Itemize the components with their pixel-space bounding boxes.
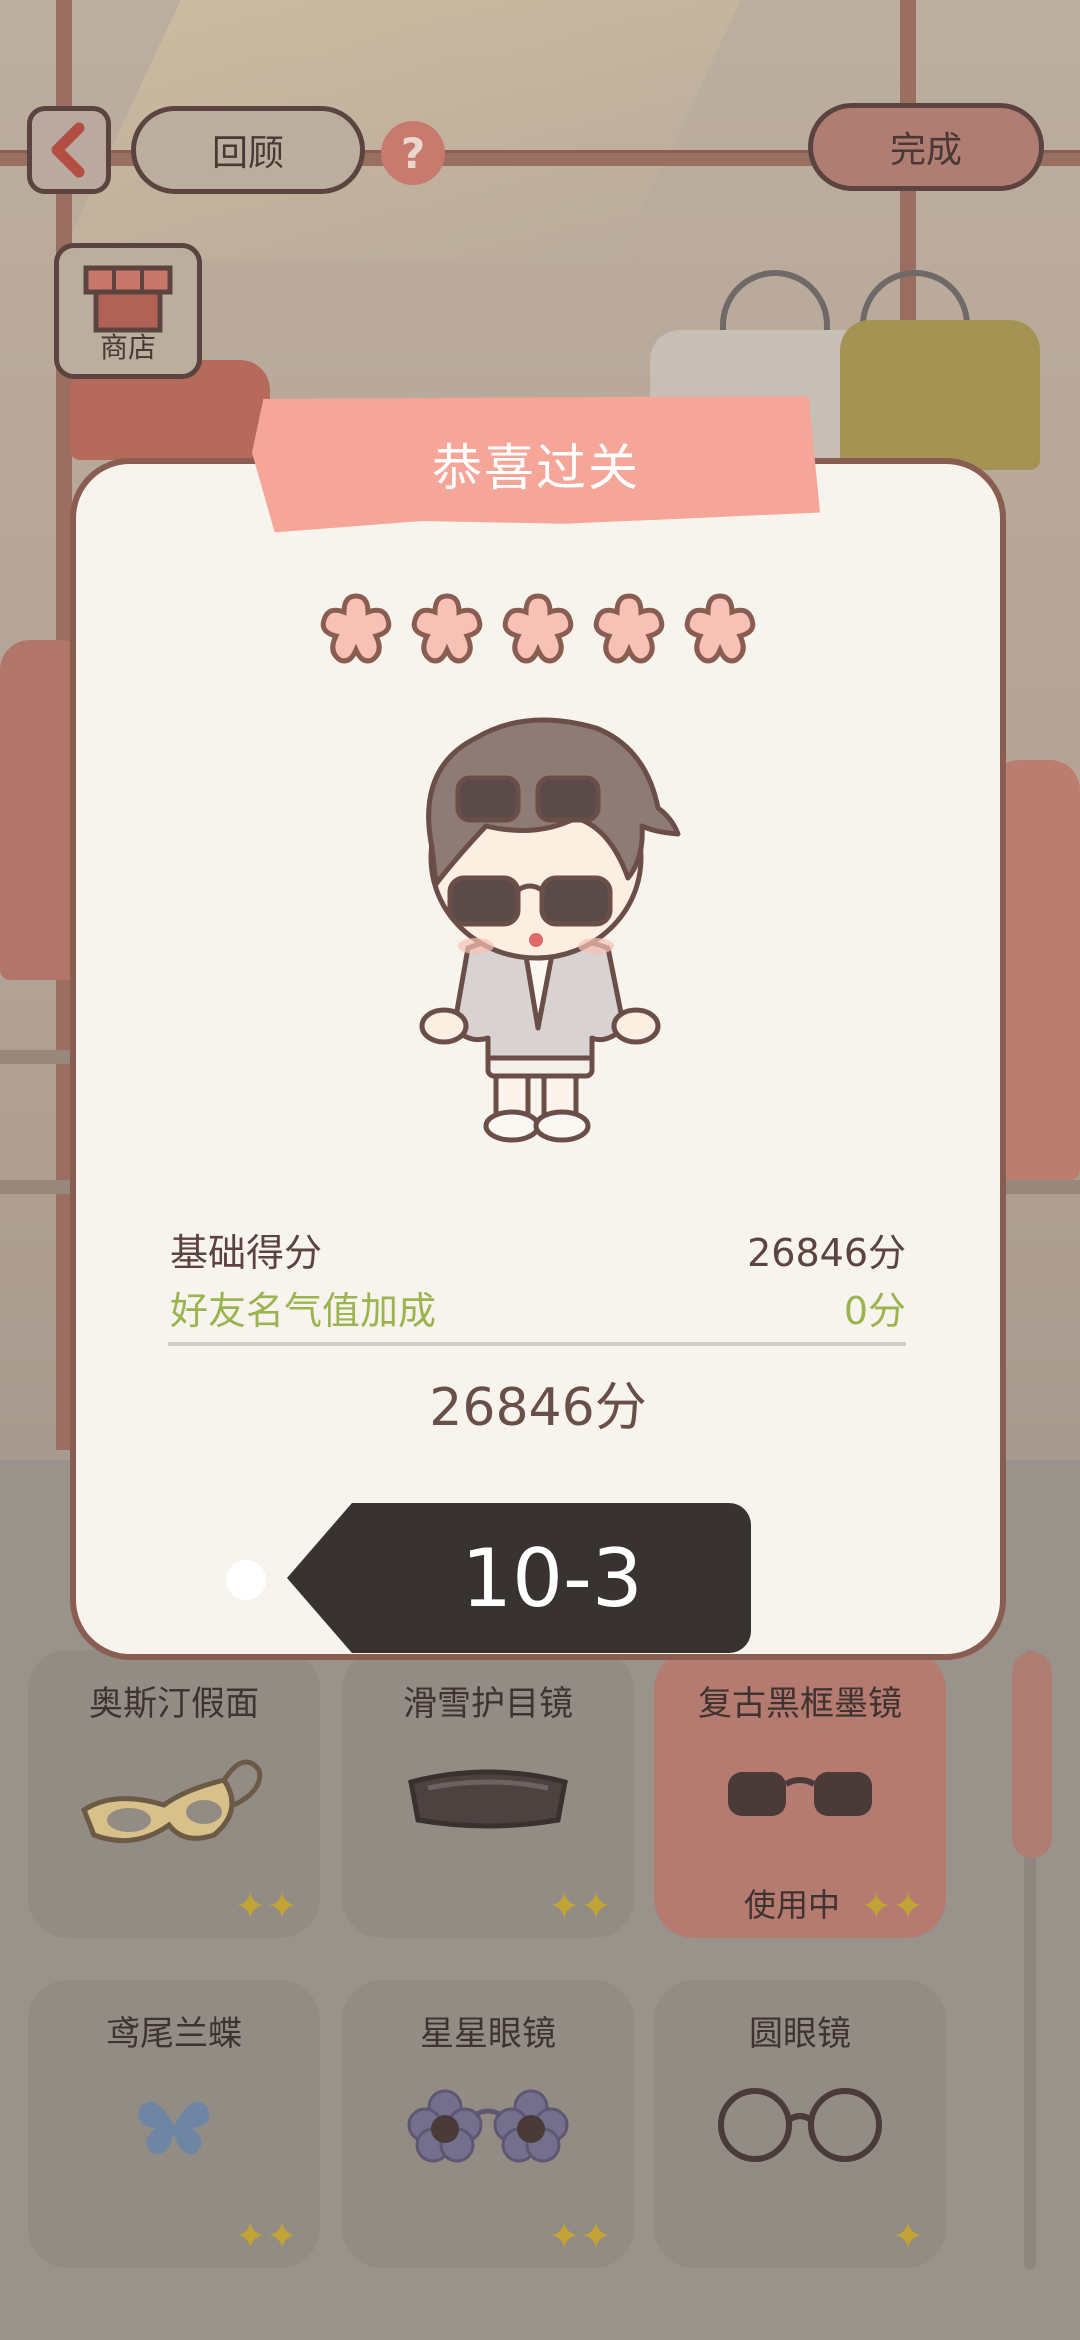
total-score: 26846分 bbox=[429, 1378, 647, 1438]
item-name: 复古黑框墨镜 bbox=[698, 1684, 902, 1724]
review-label: 回顾 bbox=[211, 133, 284, 174]
chevron-left-icon bbox=[51, 122, 85, 178]
flower-star-icon bbox=[411, 593, 483, 664]
ski-goggles-icon bbox=[408, 1769, 568, 1829]
flower-star-icon bbox=[320, 593, 392, 664]
shop-label: 商店 bbox=[99, 331, 156, 364]
flower-glasses-icon bbox=[407, 2089, 569, 2163]
round-glasses-icon bbox=[718, 2088, 882, 2162]
item-card-ski-goggles[interactable]: 滑雪护目镜 ✦✦ bbox=[342, 1650, 634, 1938]
help-button[interactable]: ? bbox=[381, 121, 445, 185]
item-card-round-glasses[interactable]: 圆眼镜 ✦ bbox=[654, 1980, 946, 2268]
flower-star-icon bbox=[593, 593, 665, 664]
star-badge-icon: ✦ bbox=[892, 2214, 924, 2258]
mask-glasses-icon bbox=[80, 1759, 263, 1844]
star-badge-icon: ✦✦ bbox=[548, 2214, 612, 2258]
chibi-character bbox=[419, 717, 681, 1143]
item-card-star-glasses[interactable]: 星星眼镜 ✦✦ bbox=[342, 1980, 634, 2268]
review-button[interactable]: 回顾 bbox=[131, 106, 365, 194]
item-name: 鸢尾兰蝶 bbox=[106, 2014, 242, 2054]
item-name: 星星眼镜 bbox=[420, 2014, 556, 2054]
star-badge-icon: ✦✦ bbox=[234, 2214, 298, 2258]
star-rating bbox=[318, 590, 758, 666]
score-divider bbox=[168, 1342, 906, 1346]
in-use-label: 使用中 bbox=[744, 1886, 841, 1924]
item-name: 滑雪护目镜 bbox=[403, 1684, 573, 1724]
item-name: 奥斯汀假面 bbox=[89, 1684, 259, 1724]
star-badge-icon: ✦✦ bbox=[860, 1884, 924, 1928]
level-indicator-dot bbox=[226, 1560, 266, 1600]
back-button[interactable] bbox=[27, 106, 111, 194]
bonus-score-value: 0分 bbox=[843, 1289, 906, 1333]
item-scrollbar-thumb[interactable] bbox=[1012, 1652, 1052, 1858]
item-card-retro-sunglasses[interactable]: 复古黑框墨镜 使用中 ✦✦ bbox=[654, 1650, 946, 1938]
base-score-value: 26846分 bbox=[747, 1231, 906, 1275]
item-card-iris-butterfly[interactable]: 鸢尾兰蝶 ✦✦ bbox=[28, 1980, 320, 2268]
question-mark-icon: ? bbox=[400, 128, 426, 178]
butterfly-icon bbox=[138, 2101, 210, 2155]
shop-icon bbox=[83, 265, 173, 333]
olive-shirt bbox=[840, 320, 1040, 470]
base-score-label: 基础得分 bbox=[170, 1231, 323, 1275]
done-button[interactable]: 完成 bbox=[808, 103, 1044, 191]
flower-star-icon bbox=[684, 593, 756, 664]
item-card-austen-mask[interactable]: 奥斯汀假面 ✦✦ bbox=[28, 1650, 320, 1938]
done-label: 完成 bbox=[889, 130, 962, 171]
base-score-row: 基础得分 26846分 bbox=[170, 1222, 906, 1277]
dialog-title: 恭喜过关 bbox=[432, 439, 640, 497]
black-sunglasses-icon bbox=[728, 1772, 872, 1816]
bonus-score-label: 好友名气值加成 bbox=[170, 1289, 437, 1333]
item-name: 圆眼镜 bbox=[749, 2014, 851, 2054]
star-badge-icon: ✦✦ bbox=[548, 1884, 612, 1928]
flower-star-icon bbox=[502, 593, 574, 664]
star-badge-icon: ✦✦ bbox=[234, 1884, 298, 1928]
shop-button[interactable]: 商店 bbox=[54, 243, 202, 379]
level-number: 10-3 bbox=[461, 1531, 643, 1625]
bonus-score-row: 好友名气值加成 0分 bbox=[170, 1280, 906, 1335]
